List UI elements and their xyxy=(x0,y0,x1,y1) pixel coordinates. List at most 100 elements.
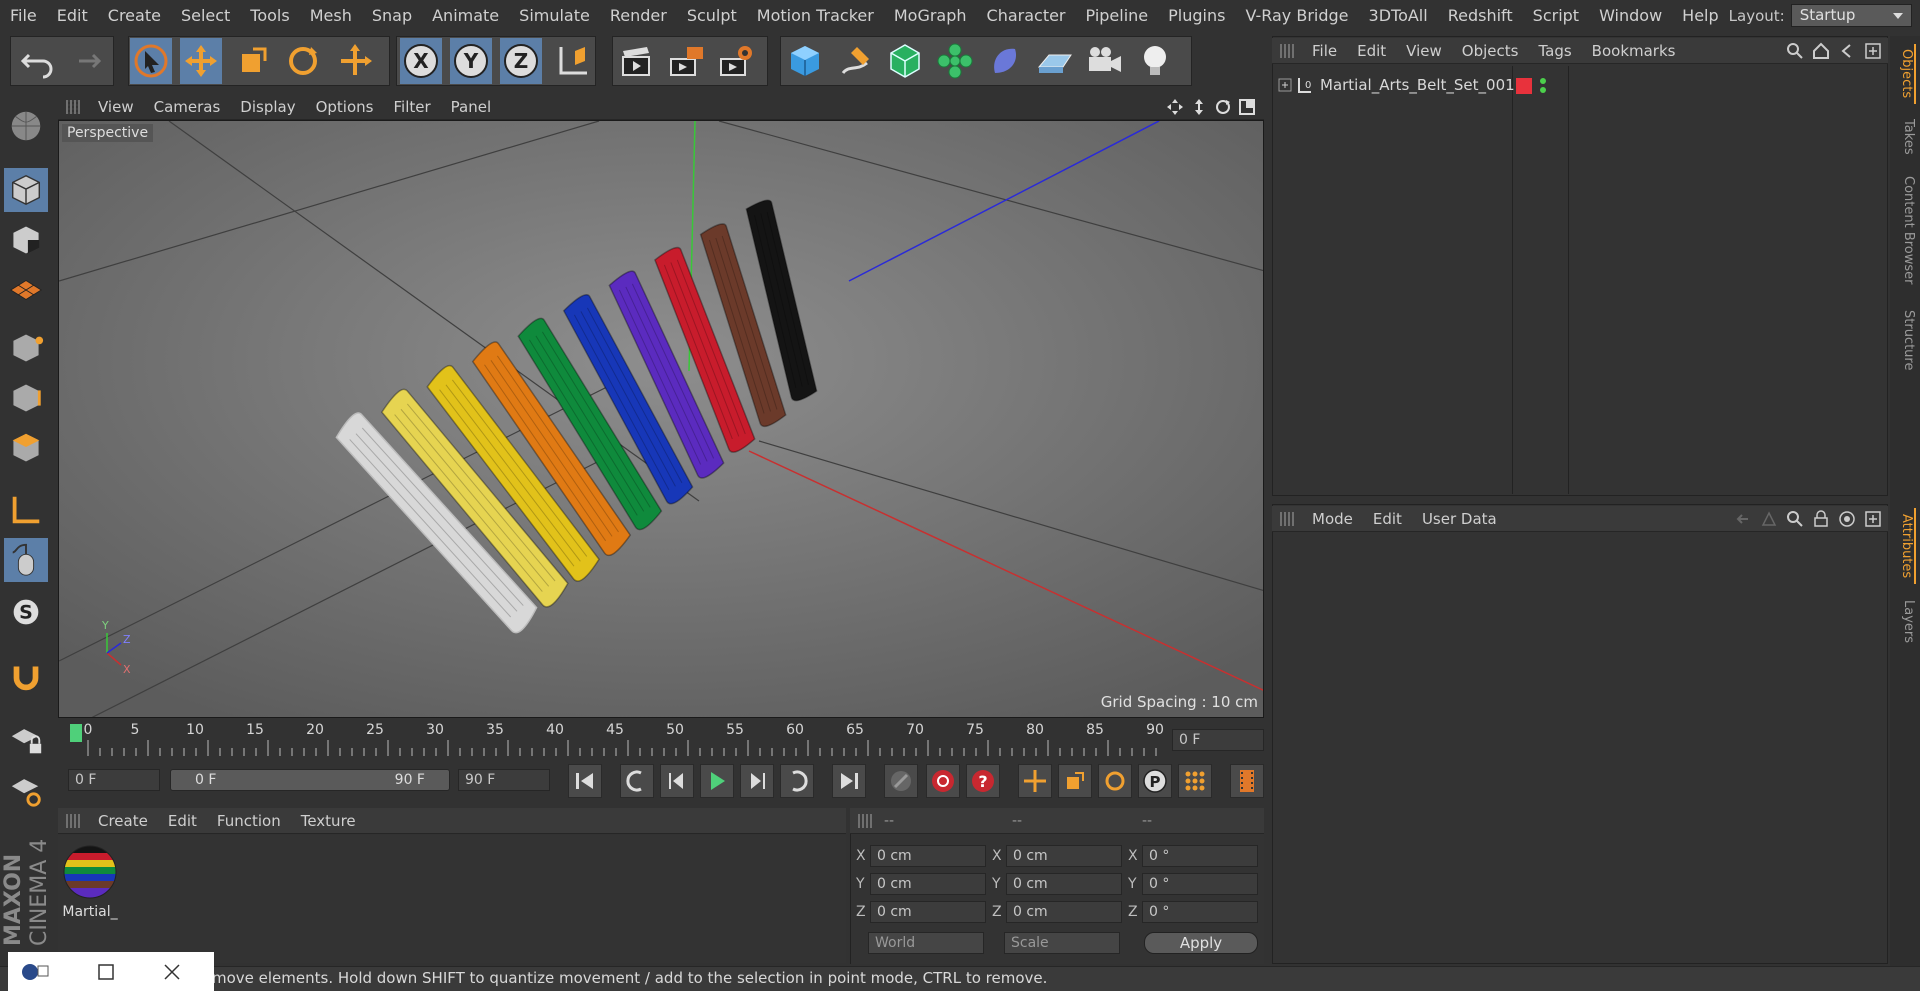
editor-visibility-dot[interactable] xyxy=(1540,78,1546,84)
viewport-menu-display[interactable]: Display xyxy=(230,98,305,116)
orbit-icon[interactable] xyxy=(1214,98,1232,116)
render-settings-button[interactable] xyxy=(716,38,758,84)
scale-button[interactable] xyxy=(232,38,274,84)
maximize-icon[interactable] xyxy=(94,960,118,984)
timeline-ruler[interactable]: 0 5 10 15 20 25 30 35 40 45 50 55 60 65 … xyxy=(68,722,1164,758)
menu-plugins[interactable]: Plugins xyxy=(1158,6,1235,25)
menu-3dtoall[interactable]: 3DToAll xyxy=(1359,6,1438,25)
enable-axis-button[interactable] xyxy=(4,718,48,762)
play-button[interactable] xyxy=(700,764,734,798)
close-icon[interactable] xyxy=(160,960,184,984)
make-editable-button[interactable] xyxy=(4,104,48,148)
layer-color-tag[interactable] xyxy=(1516,78,1532,94)
position-y-field[interactable]: 0 cm xyxy=(870,873,986,895)
viewport-menu-filter[interactable]: Filter xyxy=(383,98,440,116)
points-mode-button[interactable] xyxy=(4,326,48,370)
tab-objects[interactable]: Objects xyxy=(1890,44,1916,104)
tab-content-browser[interactable]: Content Browser xyxy=(1890,170,1916,290)
search-icon[interactable] xyxy=(1786,42,1804,60)
objects-menu-tags[interactable]: Tags xyxy=(1528,42,1581,60)
camera-button[interactable] xyxy=(1084,38,1126,84)
menu-simulate[interactable]: Simulate xyxy=(509,6,600,25)
autokeying-button[interactable] xyxy=(926,764,960,798)
tab-attributes[interactable]: Attributes xyxy=(1890,508,1916,584)
menu-window[interactable]: Window xyxy=(1589,6,1672,25)
menu-tools[interactable]: Tools xyxy=(240,6,299,25)
dolly-icon[interactable] xyxy=(1190,98,1208,116)
key-scale-button[interactable] xyxy=(1058,764,1092,798)
key-parameter-button[interactable]: P xyxy=(1138,764,1172,798)
new-panel-icon[interactable] xyxy=(1864,42,1882,60)
z-axis-button[interactable]: Z xyxy=(500,38,542,84)
material-item[interactable]: Martial_ xyxy=(60,842,120,920)
tweak-mode-button[interactable] xyxy=(4,538,48,582)
menu-sculpt[interactable]: Sculpt xyxy=(677,6,747,25)
objects-menu-file[interactable]: File xyxy=(1302,42,1347,60)
viewport-menu-view[interactable]: View xyxy=(88,98,144,116)
menu-motion-tracker[interactable]: Motion Tracker xyxy=(747,6,884,25)
back-icon[interactable] xyxy=(1838,42,1856,60)
material-menu-create[interactable]: Create xyxy=(88,812,158,830)
camera-label[interactable]: Perspective xyxy=(62,124,154,142)
menu-script[interactable]: Script xyxy=(1523,6,1589,25)
position-z-field[interactable]: 0 cm xyxy=(870,901,986,923)
go-to-end-button[interactable] xyxy=(832,764,866,798)
lock-icon[interactable] xyxy=(1812,509,1830,528)
size-z-field[interactable]: 0 cm xyxy=(1006,901,1122,923)
workplane-lock-button[interactable] xyxy=(4,768,48,812)
menu-vray-bridge[interactable]: V-Ray Bridge xyxy=(1235,6,1358,25)
tab-structure[interactable]: Structure xyxy=(1890,300,1916,380)
menu-mesh[interactable]: Mesh xyxy=(300,6,362,25)
menu-file[interactable]: File xyxy=(0,6,47,25)
snap-button[interactable] xyxy=(4,654,48,698)
pen-button[interactable] xyxy=(834,38,876,84)
texture-mode-button[interactable] xyxy=(4,218,48,262)
material-menu-function[interactable]: Function xyxy=(207,812,291,830)
size-mode-select[interactable]: Scale xyxy=(1004,932,1120,954)
menu-help[interactable]: Help xyxy=(1672,6,1728,25)
size-y-field[interactable]: 0 cm xyxy=(1006,873,1122,895)
cube-button[interactable] xyxy=(784,38,826,84)
polygons-mode-button[interactable] xyxy=(4,426,48,470)
render-picture-viewer-button[interactable] xyxy=(666,38,708,84)
attributes-grip[interactable] xyxy=(1280,511,1294,526)
expand-icon[interactable] xyxy=(1278,78,1292,92)
coordinate-space-select[interactable]: World xyxy=(868,932,984,954)
frame-range-slider[interactable]: 0 F 90 F xyxy=(170,769,450,791)
attributes-menu-mode[interactable]: Mode xyxy=(1302,510,1363,528)
deformer-button[interactable] xyxy=(984,38,1026,84)
coordinates-grip[interactable] xyxy=(858,813,872,828)
floor-button[interactable] xyxy=(1034,38,1076,84)
coordinate-system-button[interactable] xyxy=(552,38,594,84)
key-pla-button[interactable] xyxy=(1178,764,1212,798)
end-frame-field[interactable]: 90 F xyxy=(458,769,550,791)
menu-select[interactable]: Select xyxy=(171,6,240,25)
attributes-menu-edit[interactable]: Edit xyxy=(1363,510,1412,528)
home-icon[interactable] xyxy=(1812,42,1830,60)
next-frame-button[interactable] xyxy=(740,764,774,798)
material-grip[interactable] xyxy=(66,813,80,828)
key-position-button[interactable] xyxy=(1018,764,1052,798)
previous-key-button[interactable] xyxy=(620,764,654,798)
axis-mode-button[interactable] xyxy=(4,488,48,532)
menu-render[interactable]: Render xyxy=(600,6,677,25)
undo-button[interactable] xyxy=(16,38,58,84)
tab-layers[interactable]: Layers xyxy=(1890,594,1916,650)
apply-button[interactable]: Apply xyxy=(1144,932,1258,954)
record-keys-button[interactable] xyxy=(884,764,918,798)
target-icon[interactable] xyxy=(1838,510,1856,528)
menu-character[interactable]: Character xyxy=(977,6,1076,25)
tab-takes[interactable]: Takes xyxy=(1890,112,1916,162)
menu-edit[interactable]: Edit xyxy=(47,6,98,25)
solo-button[interactable]: S xyxy=(4,590,48,634)
workplane-button[interactable] xyxy=(4,268,48,312)
object-name[interactable]: Martial_Arts_Belt_Set_001 xyxy=(1320,76,1515,94)
menu-pipeline[interactable]: Pipeline xyxy=(1076,6,1159,25)
key-rotation-button[interactable] xyxy=(1098,764,1132,798)
material-menu-edit[interactable]: Edit xyxy=(158,812,207,830)
menu-mograph[interactable]: MoGraph xyxy=(884,6,977,25)
viewport-menu-panel[interactable]: Panel xyxy=(441,98,501,116)
position-x-field[interactable]: 0 cm xyxy=(870,845,986,867)
model-mode-button[interactable] xyxy=(4,168,48,212)
menu-redshift[interactable]: Redshift xyxy=(1438,6,1523,25)
